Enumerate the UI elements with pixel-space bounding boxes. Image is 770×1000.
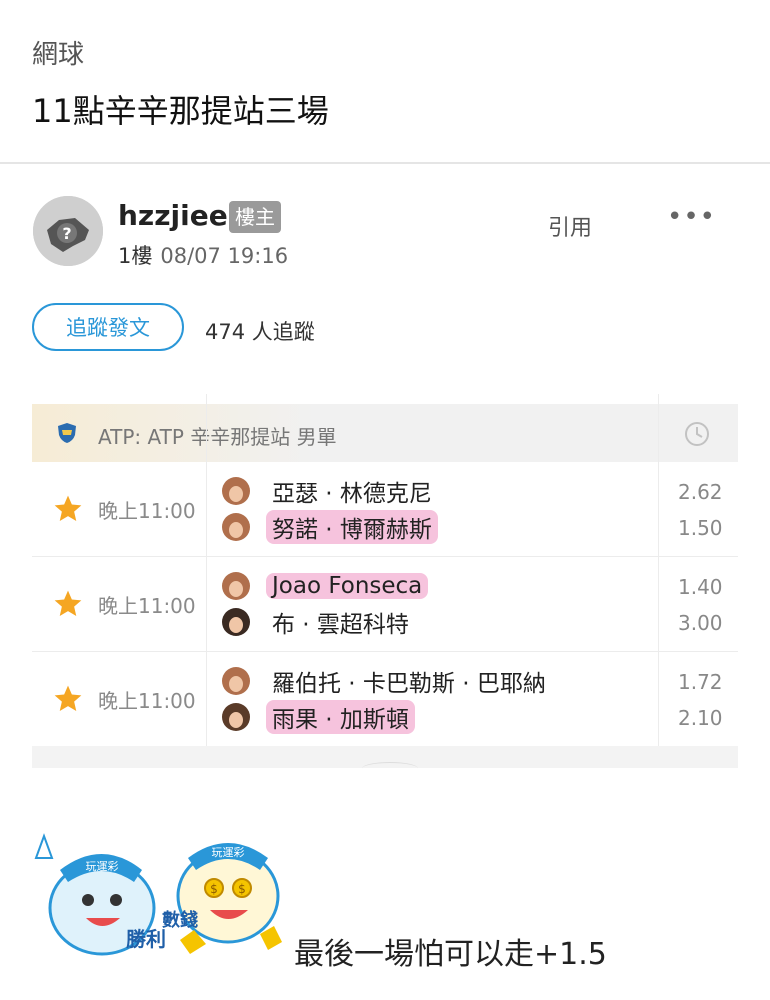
player-name-highlighted: Joao Fonseca [266,573,429,599]
player-avatar [222,608,250,636]
sticker-left-text: 勝利 [126,927,166,951]
odds-card: ATP: ATP 辛辛那提站 男單 晚上11:00 亞瑟 · 林德克尼 努諾 ·… [32,394,738,768]
league-name: ATP: ATP 辛辛那提站 男單 [98,425,337,449]
post-meta: 1樓 08/07 19:16 [118,240,288,270]
player-row: Joao Fonseca [222,569,429,603]
player-avatar [222,667,250,695]
favorite-star-icon[interactable] [52,493,84,525]
player-row: 羅伯托 · 卡巴勒斯 · 巴耶納 [222,664,552,698]
match-time: 晚上11:00 [98,499,196,523]
post-body-text: 最後一場怕可以走+1.5 [294,937,607,972]
post-title: 11點辛辛那提站三場 [32,92,329,130]
player-avatar [222,513,250,541]
avatar[interactable]: ? [33,196,103,266]
svg-text:?: ? [62,224,71,243]
anonymous-avatar-icon: ? [33,196,103,266]
player-odds[interactable]: 1.72 [678,670,723,694]
player-avatar [222,703,250,731]
follower-count: 474 人追蹤 [205,320,315,344]
match-time: 晚上11:00 [98,594,196,618]
player-name: 羅伯托 · 卡巴勒斯 · 巴耶納 [272,671,546,697]
player-odds[interactable]: 1.40 [678,575,723,599]
player-avatar [222,477,250,505]
clock-icon[interactable] [684,421,710,447]
match-row[interactable]: 晚上11:00 亞瑟 · 林德克尼 努諾 · 博爾赫斯 2.62 1.50 [32,462,738,557]
post-timestamp: 08/07 19:16 [160,244,289,268]
floor-number: 1樓 [118,244,153,268]
player-odds[interactable]: 2.10 [678,706,723,730]
celebration-sticker-image: 玩運彩 勝利 玩運彩 $ $ 數錢 [34,833,282,956]
match-time: 晚上11:00 [98,689,196,713]
player-odds[interactable]: 1.50 [678,516,723,540]
player-row: 努諾 · 博爾赫斯 [222,510,438,544]
follow-post-button[interactable]: 追蹤發文 [32,303,184,351]
player-row: 亞瑟 · 林德克尼 [222,474,438,508]
player-name: 布 · 雲超科特 [272,612,409,638]
match-row[interactable]: 晚上11:00 Joao Fonseca 布 · 雲超科特 1.40 3.00 [32,557,738,652]
player-name-highlighted: 雨果 · 加斯頓 [266,700,415,734]
svg-text:$: $ [238,882,246,896]
player-avatar [222,572,250,600]
player-odds[interactable]: 3.00 [678,611,723,635]
header-divider [0,162,770,164]
player-name-highlighted: 努諾 · 博爾赫斯 [266,510,438,544]
player-name: 亞瑟 · 林德克尼 [272,481,432,507]
player-row: 布 · 雲超科特 [222,605,415,639]
sticker-badge-text-2: 玩運彩 [212,846,245,859]
league-header[interactable]: ATP: ATP 辛辛那提站 男單 [32,404,738,462]
expand-handle[interactable] [32,746,738,768]
owner-badge: 樓主 [229,201,281,233]
sticker-right-text: 數錢 [162,909,198,931]
player-row: 雨果 · 加斯頓 [222,700,415,734]
more-options-icon[interactable]: ••• [667,202,716,232]
quote-button[interactable]: 引用 [548,210,592,242]
tournament-shield-icon [58,423,76,443]
svg-text:$: $ [210,882,218,896]
favorite-star-icon[interactable] [52,588,84,620]
username[interactable]: hzzjiee [118,199,228,232]
player-odds[interactable]: 2.62 [678,480,723,504]
match-row[interactable]: 晚上11:00 羅伯托 · 卡巴勒斯 · 巴耶納 雨果 · 加斯頓 1.72 2… [32,652,738,747]
category-label: 網球 [32,40,85,70]
favorite-star-icon[interactable] [52,683,84,715]
sticker-badge-text: 玩運彩 [86,860,119,873]
